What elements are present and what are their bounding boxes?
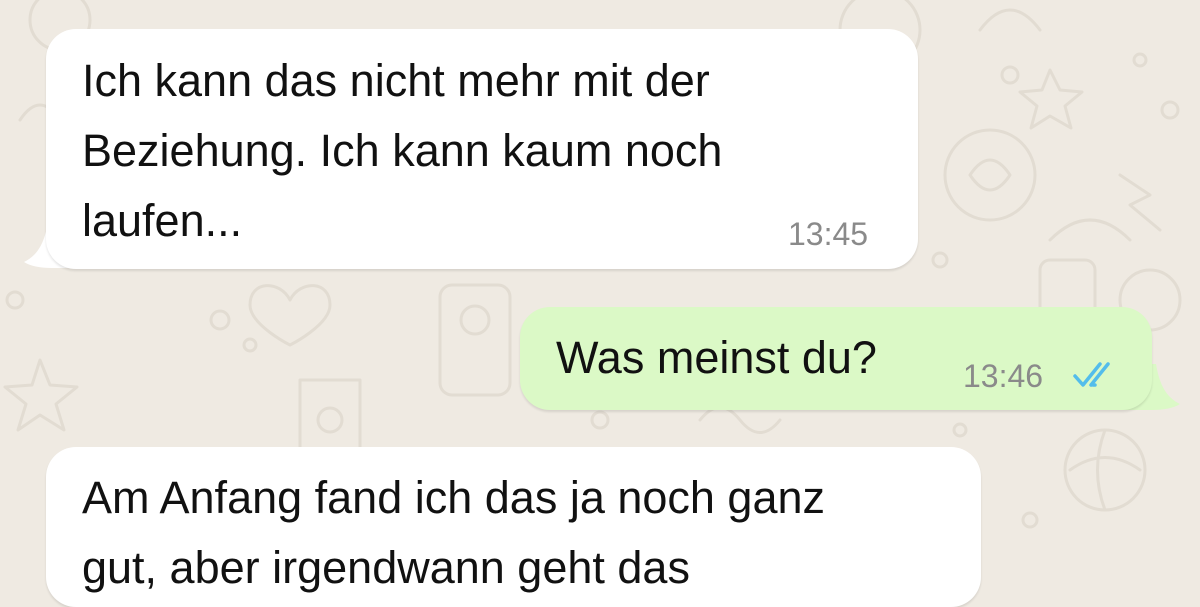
double-check-read-icon — [1073, 362, 1110, 387]
message-timestamp: 13:46 — [963, 358, 1044, 394]
message-text: Was meinst du? — [556, 332, 877, 383]
message-timestamp: 13:45 — [788, 216, 869, 252]
message-text: Ich kann das nicht mehr mit der Beziehun… — [82, 55, 723, 246]
message-text: Am Anfang fand ich das ja noch ganz gut,… — [82, 472, 826, 593]
